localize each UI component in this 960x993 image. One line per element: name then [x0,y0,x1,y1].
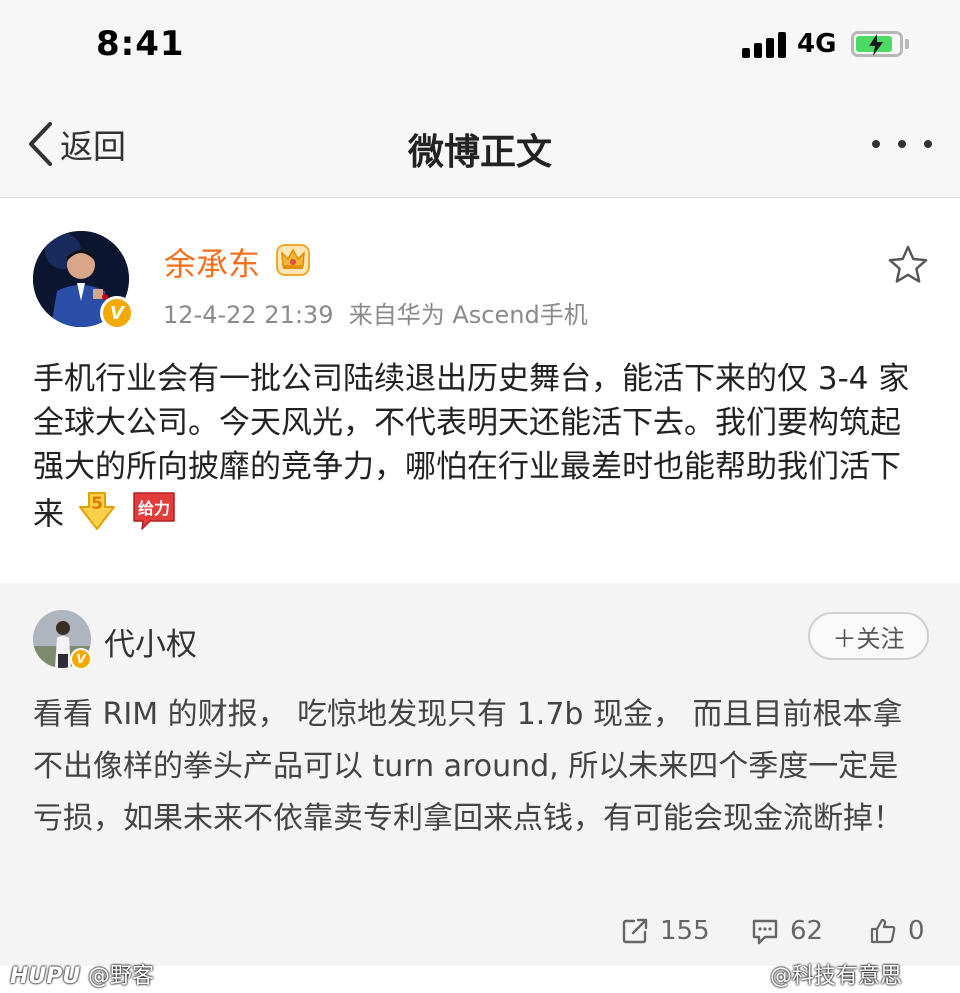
repost-username[interactable]: 代小权 [104,619,197,664]
comment-count: 62 [790,916,824,946]
repost-text: 看看 RIM 的财报， 吃惊地发现只有 1.7b 现金， 而且目前根本拿不出像样… [33,697,903,836]
emoji-geili-icon: 给力 [130,489,178,543]
watermark-brand: HUPU [10,964,81,989]
signal-strength-icon [742,32,786,58]
watermark-footer: HUPU @野客 @科技有意思 [0,956,960,993]
like-action[interactable]: 0 [868,913,925,949]
thumbs-up-icon [870,918,896,944]
post-timestamp: 12-4-22 21:39 [163,301,334,329]
more-dots-icon[interactable] [872,140,932,152]
reposted-original[interactable]: V 代小权 ＋关注 看看 RIM 的财报， 吃惊地发现只有 1.7b 现金， 而… [0,583,960,966]
repost-action[interactable]: 155 [620,913,710,949]
network-type: 4G [797,29,837,59]
crown-icon [276,244,310,276]
watermark-left: HUPU @野客 [10,958,154,990]
post-body: 手机行业会有一批公司陆续退出历史舞台，能活下来的仅 3-4 家全球大公司。今天风… [33,357,928,543]
weibo-post: V 余承东 12-4-22 21:39 来自华为 Ascend手机 手机行业会有… [0,199,960,583]
share-icon [622,918,648,944]
emoji-geili-label: 给力 [138,499,170,518]
like-count: 0 [908,916,925,946]
star-icon[interactable] [886,243,930,287]
battery-icon [851,31,903,57]
emoji-five-icon: 5 [74,489,120,543]
page-title: 微博正文 [407,132,552,173]
post-source: 来自华为 Ascend手机 [348,301,588,329]
battery-tip [905,39,909,49]
status-bar: 8:41 4G [0,0,960,90]
verified-badge-icon: V [100,296,134,330]
comment-icon [752,919,778,945]
action-bar: 155 62 0 [0,913,960,953]
follow-button[interactable]: ＋关注 [808,612,929,660]
repost-count: 155 [660,916,710,946]
repost-verified-badge-icon: V [70,648,92,670]
post-username[interactable]: 余承东 [164,239,260,285]
post-meta: 12-4-22 21:39 来自华为 Ascend手机 [163,295,588,330]
watermark-right: @科技有意思 [770,964,903,989]
nav-bar: 返回 微博正文 [0,90,960,198]
emoji-five-label: 5 [91,494,103,514]
status-time: 8:41 [96,24,185,64]
comment-action[interactable]: 62 [750,913,823,949]
watermark-handle: @野客 [87,964,154,989]
